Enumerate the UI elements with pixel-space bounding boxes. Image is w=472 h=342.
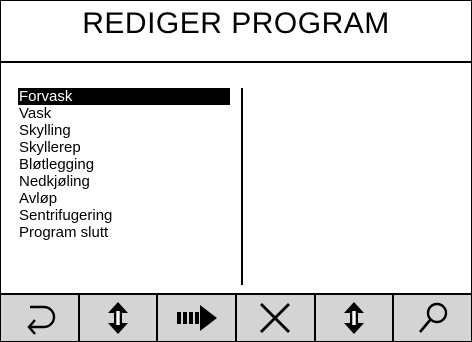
program-editor-screen: REDIGER PROGRAM Forvask Vask Skylling Sk… (0, 0, 472, 342)
page-title: REDIGER PROGRAM (82, 7, 390, 40)
search-button[interactable] (394, 295, 471, 341)
list-item-blotlegging[interactable]: Bløtlegging (18, 156, 230, 173)
list-item-program-slutt[interactable]: Program slutt (18, 224, 230, 241)
return-button[interactable] (1, 295, 78, 341)
move-up-down-icon (108, 302, 128, 334)
magnifier-icon (418, 302, 447, 333)
list-item-skyllerep[interactable]: Skyllerep (18, 139, 230, 156)
list-divider (241, 88, 243, 285)
scroll-up-down-icon (344, 302, 365, 334)
list-item-forvask[interactable]: Forvask (18, 88, 230, 105)
list-item-skylling[interactable]: Skylling (18, 122, 230, 139)
program-step-list: Forvask Vask Skylling Skyllerep Bløtlegg… (18, 88, 230, 241)
list-item-sentrifugering[interactable]: Sentrifugering (18, 207, 230, 224)
insert-arrow-icon (176, 305, 217, 331)
insert-button[interactable] (158, 295, 236, 341)
scroll-up-down-button[interactable] (315, 295, 393, 341)
bottom-toolbar (1, 293, 471, 341)
title-divider (1, 61, 471, 63)
list-item-nedkjoling[interactable]: Nedkjøling (18, 173, 230, 190)
move-up-down-button[interactable] (79, 295, 157, 341)
list-item-avlop[interactable]: Avløp (18, 190, 230, 207)
delete-button[interactable] (237, 295, 314, 341)
list-item-vask[interactable]: Vask (18, 105, 230, 122)
return-icon (27, 305, 56, 335)
delete-x-icon (260, 303, 291, 333)
